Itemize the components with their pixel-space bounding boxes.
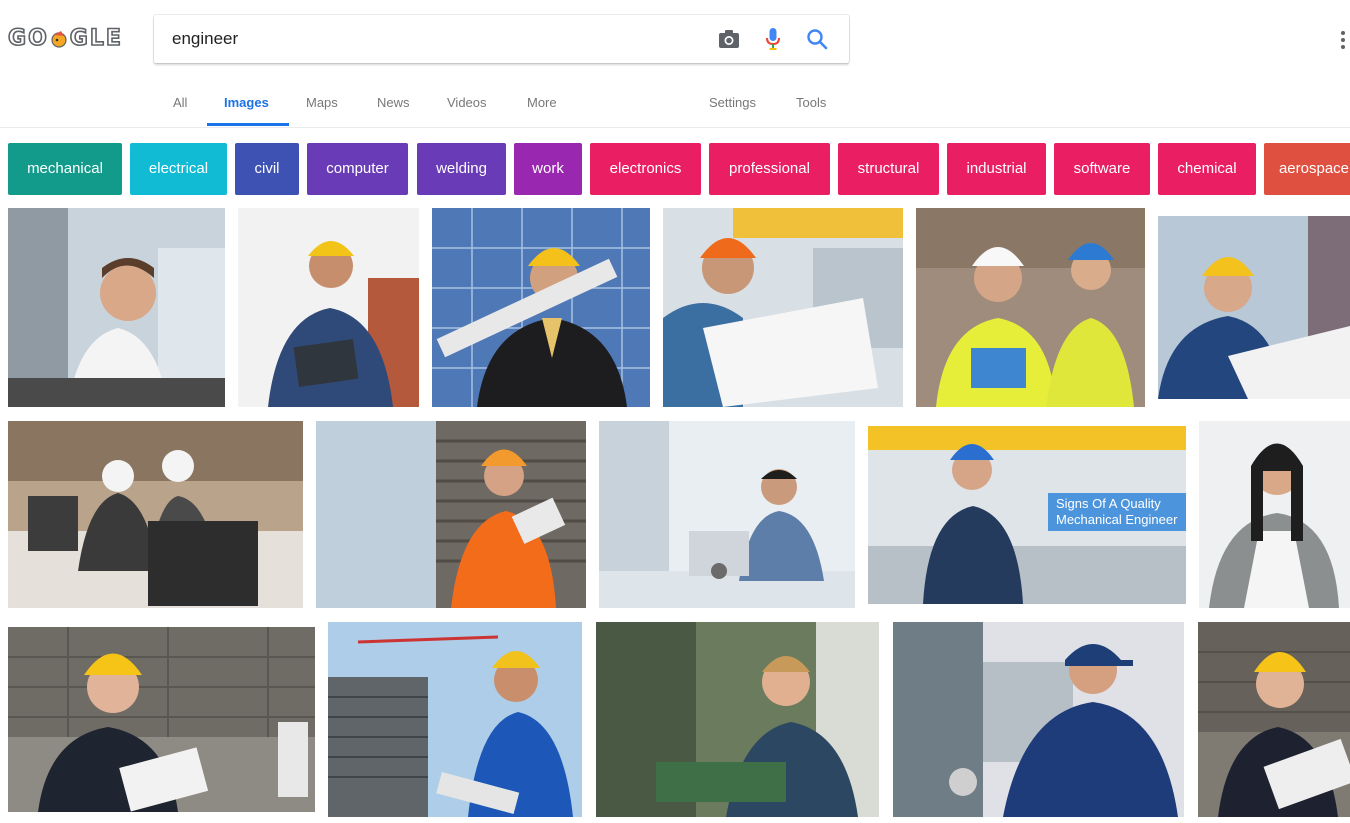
chip-software[interactable]: software — [1054, 143, 1150, 195]
tab-settings[interactable]: Settings — [709, 82, 756, 128]
chip-computer[interactable]: computer — [307, 143, 408, 195]
image-result[interactable] — [663, 208, 903, 407]
image-result[interactable] — [916, 208, 1145, 407]
chip-chemical[interactable]: chemical — [1158, 143, 1256, 195]
chip-electronics[interactable]: electronics — [590, 143, 701, 195]
image-result[interactable] — [328, 622, 582, 817]
image-result[interactable] — [599, 421, 855, 608]
image-result[interactable] — [316, 421, 586, 608]
tab-news[interactable]: News — [377, 82, 410, 128]
tab-all[interactable]: All — [173, 82, 187, 128]
more-vert-icon[interactable] — [1340, 30, 1346, 50]
doodle-icon — [51, 31, 67, 48]
logo-letter: L — [89, 25, 105, 52]
chip-welding[interactable]: welding — [417, 143, 506, 195]
active-tab-indicator — [207, 123, 289, 126]
search-input[interactable] — [172, 15, 692, 63]
microphone-icon[interactable] — [761, 27, 785, 51]
tab-videos[interactable]: Videos — [447, 82, 487, 128]
image-result[interactable]: Signs Of A Quality Mechanical Engineer — [868, 426, 1186, 604]
header: G O G L E All Images Maps News Videos Mo… — [0, 0, 1350, 128]
chip-mechanical[interactable]: mechanical — [8, 143, 122, 195]
chip-industrial[interactable]: industrial — [947, 143, 1046, 195]
search-icon[interactable] — [805, 27, 829, 51]
chip-civil[interactable]: civil — [235, 143, 299, 195]
chip-aerospace[interactable]: aerospace — [1264, 143, 1350, 195]
related-search-chips: mechanical electrical civil computer wel… — [8, 143, 1350, 195]
image-result[interactable] — [8, 627, 315, 812]
google-logo[interactable]: G O G L E — [7, 25, 122, 52]
tab-bar: All Images Maps News Videos More Setting… — [0, 82, 1350, 128]
image-caption: Signs Of A Quality Mechanical Engineer — [1048, 493, 1186, 531]
logo-letter: E — [105, 25, 122, 52]
camera-icon[interactable] — [717, 27, 741, 51]
logo-letter: G — [7, 25, 28, 52]
image-result[interactable] — [1158, 216, 1350, 399]
image-result[interactable] — [8, 421, 303, 608]
chip-work[interactable]: work — [514, 143, 582, 195]
chip-electrical[interactable]: electrical — [130, 143, 227, 195]
image-result[interactable] — [893, 622, 1184, 817]
tab-more[interactable]: More — [527, 82, 557, 128]
tab-maps[interactable]: Maps — [306, 82, 338, 128]
image-result[interactable] — [432, 208, 650, 407]
image-result[interactable] — [238, 208, 419, 407]
image-result[interactable] — [1198, 622, 1350, 817]
image-result[interactable] — [1199, 421, 1350, 608]
image-result[interactable] — [596, 622, 879, 817]
image-result[interactable] — [8, 208, 225, 407]
chip-structural[interactable]: structural — [838, 143, 939, 195]
tab-tools[interactable]: Tools — [796, 82, 826, 128]
logo-letter: O — [27, 25, 48, 52]
logo-letter: G — [69, 25, 89, 52]
search-box — [154, 15, 849, 63]
chip-professional[interactable]: professional — [709, 143, 830, 195]
tab-images[interactable]: Images — [224, 82, 269, 128]
